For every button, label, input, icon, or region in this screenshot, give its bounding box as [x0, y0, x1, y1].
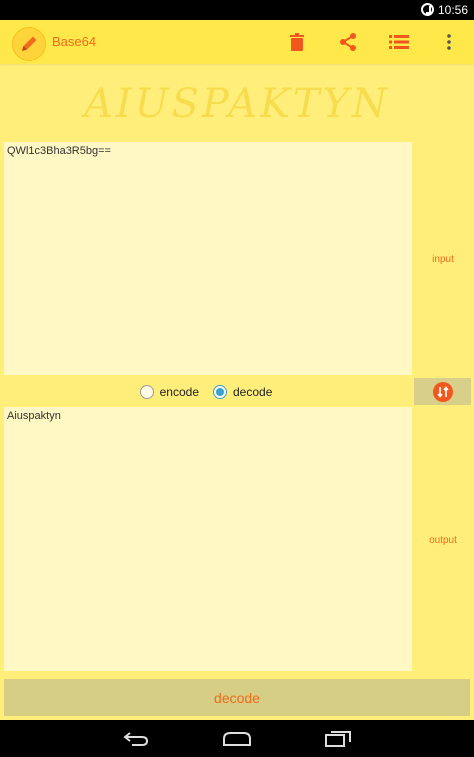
- banner-text: AIUSPAKTYN: [84, 81, 390, 127]
- status-time: 10:56: [437, 3, 468, 17]
- decode-label: decode: [233, 384, 273, 399]
- output-field[interactable]: [4, 407, 412, 671]
- home-icon[interactable]: [222, 728, 252, 750]
- delete-icon[interactable]: [285, 30, 309, 54]
- mode-selector: encode decode: [0, 377, 412, 406]
- decode-button-label: decode: [214, 689, 260, 706]
- pencil-icon[interactable]: [12, 27, 46, 61]
- more-vert-icon[interactable]: [437, 30, 461, 54]
- swap-button[interactable]: [414, 378, 471, 405]
- nav-bar: [0, 720, 474, 757]
- output-label: output: [429, 535, 457, 546]
- input-label: input: [432, 254, 454, 265]
- encode-radio[interactable]: encode: [139, 384, 199, 399]
- back-icon[interactable]: [121, 728, 151, 750]
- recents-icon[interactable]: [323, 728, 353, 750]
- encode-label: encode: [159, 384, 199, 399]
- decode-button[interactable]: decode: [4, 679, 470, 716]
- encode-radio-dot[interactable]: [139, 384, 154, 399]
- input-field[interactable]: [4, 142, 412, 375]
- decode-radio-dot[interactable]: [213, 384, 227, 399]
- app-title: Base64: [52, 34, 97, 49]
- status-bar: 10:56: [0, 0, 474, 20]
- list-icon[interactable]: [387, 30, 411, 54]
- decode-radio[interactable]: decode: [213, 384, 273, 399]
- app-bar: Base64: [0, 20, 474, 64]
- title-banner: AIUSPAKTYN: [0, 66, 474, 142]
- swap-icon: [432, 381, 453, 402]
- sync-icon: [421, 3, 434, 16]
- share-icon[interactable]: [336, 30, 360, 54]
